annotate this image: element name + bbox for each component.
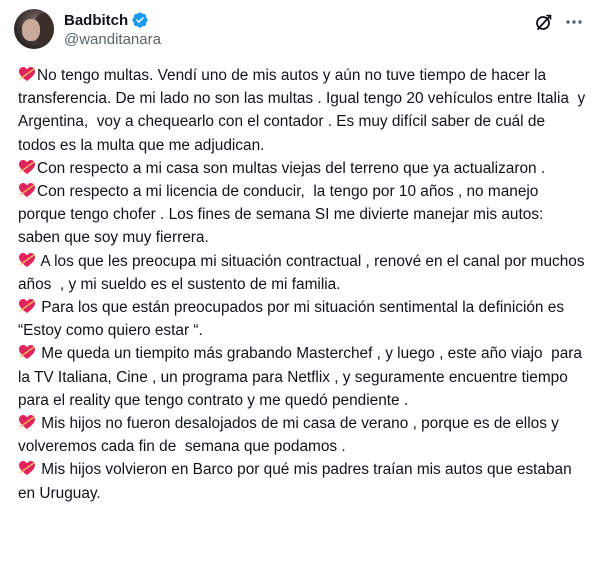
heart-arrow-emoji-icon (18, 414, 36, 430)
heart-arrow-emoji-icon (18, 252, 36, 268)
avatar[interactable] (14, 9, 54, 49)
tweet-paragraph: Para los que están preocupados por mi si… (18, 296, 586, 342)
tweet-paragraph: A los que les preocupa mi situación cont… (18, 250, 586, 296)
tweet-card: Badbitch @wanditanara No tengo multas. V… (0, 0, 598, 579)
paragraph-text: Mis hijos no fueron desalojados de mi ca… (18, 415, 564, 456)
verified-badge-icon[interactable] (131, 11, 149, 29)
heart-arrow-emoji-icon (18, 66, 36, 82)
paragraph-text: Mis hijos volvieron en Barco por qué mis… (18, 461, 576, 502)
tweet-header: Badbitch @wanditanara (14, 9, 584, 51)
heart-arrow-emoji-icon (18, 298, 36, 314)
handle[interactable]: @wanditanara (64, 31, 161, 48)
paragraph-text: Con respecto a mi licencia de conducir, … (18, 183, 548, 247)
tweet-paragraph: No tengo multas. Vendí uno de mis autos … (18, 64, 586, 157)
display-name[interactable]: Badbitch (64, 12, 128, 29)
paragraph-text: A los que les preocupa mi situación cont… (18, 252, 589, 293)
paragraph-text: No tengo multas. Vendí uno de mis autos … (18, 67, 589, 154)
heart-arrow-emoji-icon (18, 182, 36, 198)
grok-icon[interactable] (534, 12, 554, 32)
heart-arrow-emoji-icon (18, 159, 36, 175)
tweet-paragraph: Con respecto a mi casa son multas viejas… (18, 157, 586, 180)
heart-arrow-emoji-icon (18, 460, 36, 476)
more-dots-icon[interactable] (564, 12, 584, 32)
author-block: Badbitch @wanditanara (64, 10, 161, 49)
heart-arrow-emoji-icon (18, 344, 36, 360)
paragraph-text: Con respecto a mi casa son multas viejas… (37, 159, 546, 177)
tweet-paragraph: Me queda un tiempito más grabando Master… (18, 342, 586, 412)
tweet-paragraph: Mis hijos no fueron desalojados de mi ca… (18, 412, 586, 458)
tweet-paragraph: Mis hijos volvieron en Barco por qué mis… (18, 458, 586, 504)
paragraph-text: Para los que están preocupados por mi si… (18, 299, 569, 340)
paragraph-text: Me queda un tiempito más grabando Master… (18, 345, 587, 409)
avatar-face (22, 19, 40, 41)
tweet-paragraph: Con respecto a mi licencia de conducir, … (18, 180, 586, 250)
name-row: Badbitch (64, 10, 161, 30)
tweet-text: No tengo multas. Vendí uno de mis autos … (18, 64, 586, 505)
